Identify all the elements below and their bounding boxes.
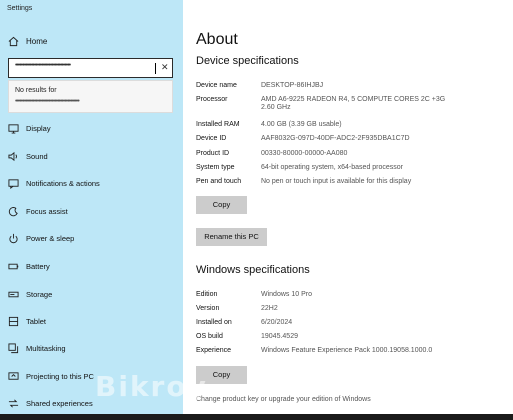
search-input-value: •••••••••••••••••••••••••••••••••••••• [15, 62, 71, 69]
spec-value: 4.00 GB (3.39 GB usable) [261, 121, 342, 128]
rename-pc-button[interactable]: Rename this PC [196, 228, 267, 246]
spec-value: 22H2 [261, 305, 278, 312]
projecting-icon [8, 372, 19, 380]
sidebar-item-label: Shared experiences [26, 399, 93, 408]
sidebar: Settings Home ••••••••••••••••••••••••••… [0, 0, 183, 420]
spec-label: Installed on [196, 319, 232, 326]
battery-icon [8, 263, 19, 270]
multitasking-icon [8, 343, 19, 354]
copy-device-specs-button[interactable]: Copy [196, 196, 247, 214]
spec-value: 6/20/2024 [261, 319, 293, 326]
tablet-icon [8, 316, 19, 327]
device-specs-heading: Device specifications [196, 55, 299, 67]
power-icon [9, 233, 18, 244]
spec-value: 64-bit operating system, x64-based proce… [261, 164, 404, 171]
sound-icon [8, 151, 17, 162]
spec-value: Windows 10 Pro [261, 291, 312, 298]
sidebar-item-label: Storage [26, 290, 53, 299]
spec-value: 19045.4529 [261, 333, 298, 340]
spec-label: Pen and touch [196, 178, 242, 185]
window-title: Settings [7, 5, 33, 12]
storage-icon [8, 291, 19, 298]
sidebar-item-sound[interactable]: Sound [0, 145, 183, 167]
search-query-text: ••••••••••••••••••••••••••••••••••••••••… [15, 98, 80, 105]
spec-label: Device name [196, 82, 237, 89]
spec-label: Edition [196, 291, 218, 298]
sidebar-item-multitasking[interactable]: Multitasking [0, 337, 183, 359]
sidebar-item-label: Display [26, 124, 51, 133]
notifications-icon [8, 179, 19, 189]
sidebar-item-label: Projecting to this PC [26, 372, 94, 381]
spec-label: Product ID [196, 150, 230, 157]
spec-value: AMD A6-9225 RADEON R4, 5 COMPUTE CORES 2… [261, 96, 446, 111]
about-page: About Device specifications Device name … [183, 0, 513, 420]
spec-label: OS build [196, 333, 223, 340]
search-input[interactable]: •••••••••••••••••••••••••••••••••••••• ✕ [8, 58, 173, 78]
page-title: About [196, 31, 238, 48]
spec-label: Installed RAM [196, 121, 240, 128]
sidebar-item-label: Power & sleep [26, 234, 75, 243]
shared-experiences-icon [8, 399, 19, 408]
windows-specs-heading: Windows specifications [196, 264, 310, 276]
spec-label: Device ID [196, 135, 227, 142]
sidebar-item-label: Battery [26, 262, 50, 271]
no-results-text: No results for [15, 87, 57, 94]
display-icon [8, 124, 19, 134]
spec-value: Windows Feature Experience Pack 1000.190… [261, 347, 433, 354]
sidebar-item-label: Sound [26, 152, 48, 161]
sidebar-item-notifications[interactable]: Notifications & actions [0, 172, 183, 194]
sidebar-item-display[interactable]: Display [0, 117, 183, 139]
spec-value: DESKTOP-86IHJBJ [261, 82, 324, 89]
sidebar-item-tablet[interactable]: Tablet [0, 310, 183, 332]
sidebar-item-focus-assist[interactable]: Focus assist [0, 200, 183, 222]
sidebar-item-power-sleep[interactable]: Power & sleep [0, 227, 183, 249]
text-caret [155, 63, 156, 74]
sidebar-item-battery[interactable]: Battery [0, 255, 183, 277]
sidebar-item-label: Multitasking [26, 344, 66, 353]
spec-label: Processor [196, 96, 228, 103]
spec-value: 00330-80000-00000-AA080 [261, 150, 348, 157]
spec-label: Version [196, 305, 220, 312]
sidebar-item-home[interactable]: Home [0, 31, 183, 51]
sidebar-item-label: Notifications & actions [26, 179, 100, 188]
sidebar-item-label: Focus assist [26, 207, 68, 216]
sidebar-item-storage[interactable]: Storage [0, 283, 183, 305]
spec-label: System type [196, 164, 235, 171]
sidebar-item-label: Home [26, 37, 48, 46]
taskbar-edge [0, 414, 513, 420]
focus-assist-icon [8, 207, 18, 217]
search-results-dropdown: No results for •••••••••••••••••••••••••… [8, 80, 173, 113]
spec-value: No pen or touch input is available for t… [261, 178, 412, 185]
change-product-key-link[interactable]: Change product key or upgrade your editi… [196, 396, 371, 403]
spec-label: Experience [196, 347, 232, 354]
home-icon [8, 36, 19, 47]
spec-value: AAF8032G-097D-40DF-ADC2-2F935DBA1C7D [261, 135, 410, 142]
sidebar-item-label: Tablet [26, 317, 47, 326]
clear-icon[interactable]: ✕ [161, 62, 169, 73]
watermark-logo: Bikroy [95, 370, 208, 403]
